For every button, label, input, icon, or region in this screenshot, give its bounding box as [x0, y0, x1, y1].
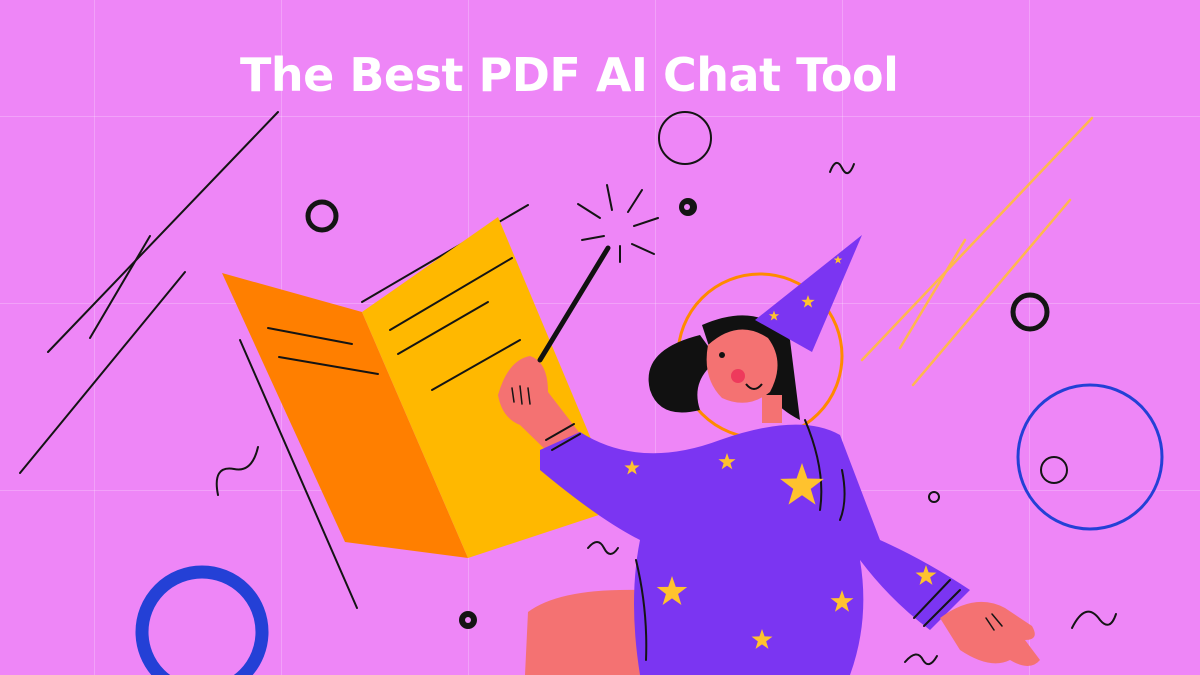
ring-tiny	[928, 491, 940, 503]
lower-hand	[940, 601, 1040, 666]
decorative-lines-right	[860, 116, 1094, 387]
ring-top-center	[658, 111, 712, 165]
face	[706, 329, 778, 403]
sparkle-icon	[577, 184, 659, 263]
ring-blue-bottom-left	[135, 565, 269, 675]
eye	[719, 352, 725, 358]
magic-wand-icon	[537, 245, 611, 363]
ring-large-blue-right	[1016, 383, 1164, 531]
hero-banner: The Best PDF AI Chat Tool	[0, 0, 1200, 675]
hair	[648, 335, 718, 413]
wizard-girl	[498, 235, 1040, 675]
ring-right	[1010, 292, 1050, 332]
leg	[525, 589, 650, 675]
banner-title: The Best PDF AI Chat Tool	[240, 48, 899, 102]
squiggle-icon	[587, 541, 619, 555]
squiggle-icon	[1071, 610, 1117, 629]
ring-left	[305, 199, 339, 233]
cheek	[731, 369, 745, 383]
squiggle-icon	[904, 653, 938, 666]
squiggle-icon	[215, 446, 259, 496]
squiggle-icon	[829, 161, 855, 175]
ring-small-inner	[1040, 456, 1068, 484]
